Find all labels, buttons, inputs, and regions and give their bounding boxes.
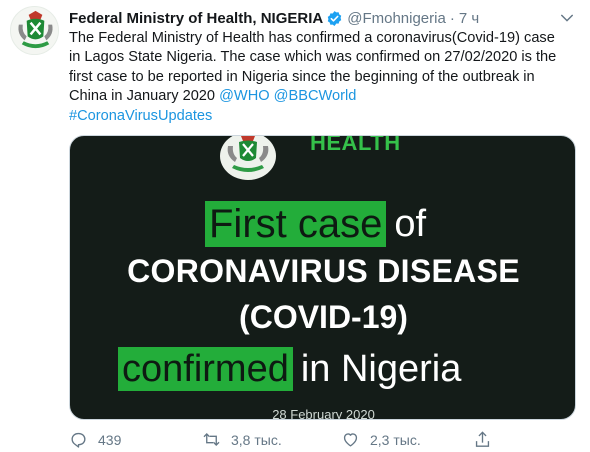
like-count: 2,3 тыс. (370, 431, 421, 448)
separator-dot: · (449, 9, 455, 27)
media-line-3: (COVID-19) (239, 299, 408, 335)
mention-who[interactable]: @WHO (219, 88, 269, 104)
retweet-button[interactable]: 3,8 тыс. (202, 430, 282, 449)
reply-count: 439 (98, 431, 122, 448)
tweet: Federal Ministry of Health, NIGERIA @Fmo… (0, 0, 590, 452)
seal-avatar-icon (11, 7, 58, 54)
media-line-2: CORONAVIRUS DISEASE (127, 253, 520, 289)
text-of: of (394, 203, 427, 245)
media-header-text: HEALTH (310, 135, 401, 155)
like-button[interactable]: 2,3 тыс. (341, 430, 421, 449)
tweet-media-image[interactable]: HEALTH First case of CORONAVIRUS DISEASE… (69, 135, 576, 420)
media-date: 28 February 2020 (272, 407, 375, 420)
highlight-first-case: First case (205, 201, 387, 247)
retweet-icon (203, 433, 220, 446)
hashtag-link[interactable]: #CoronaVirusUpdates (69, 108, 212, 124)
media-line-1: First case of (205, 201, 426, 247)
reply-button[interactable]: 439 (69, 430, 121, 449)
tweet-header: Federal Ministry of Health, NIGERIA @Fmo… (69, 8, 479, 28)
verified-badge-icon (327, 10, 342, 26)
share-button[interactable] (473, 430, 492, 449)
share-icon (475, 431, 490, 447)
retweet-count: 3,8 тыс. (231, 431, 282, 448)
handle[interactable]: @Fmohnigeria (347, 10, 446, 27)
timestamp[interactable]: 7 ч (459, 10, 479, 27)
display-name[interactable]: Federal Ministry of Health, NIGERIA (69, 10, 323, 27)
like-icon (343, 433, 358, 447)
reply-icon (71, 432, 86, 448)
coat-of-arms-icon (220, 136, 276, 180)
text-in-nigeria: in Nigeria (300, 348, 462, 390)
action-bar: 439 3,8 тыс. 2,3 тыс. (69, 430, 499, 452)
mention-bbcworld[interactable]: @BBCWorld (274, 88, 357, 104)
tweet-text: The Federal Ministry of Health has confi… (69, 29, 569, 126)
highlight-confirmed: confirmed (118, 347, 293, 391)
avatar[interactable] (10, 6, 59, 55)
media-line-4: confirmed in Nigeria (118, 347, 461, 391)
chevron-down-icon[interactable] (558, 9, 576, 27)
